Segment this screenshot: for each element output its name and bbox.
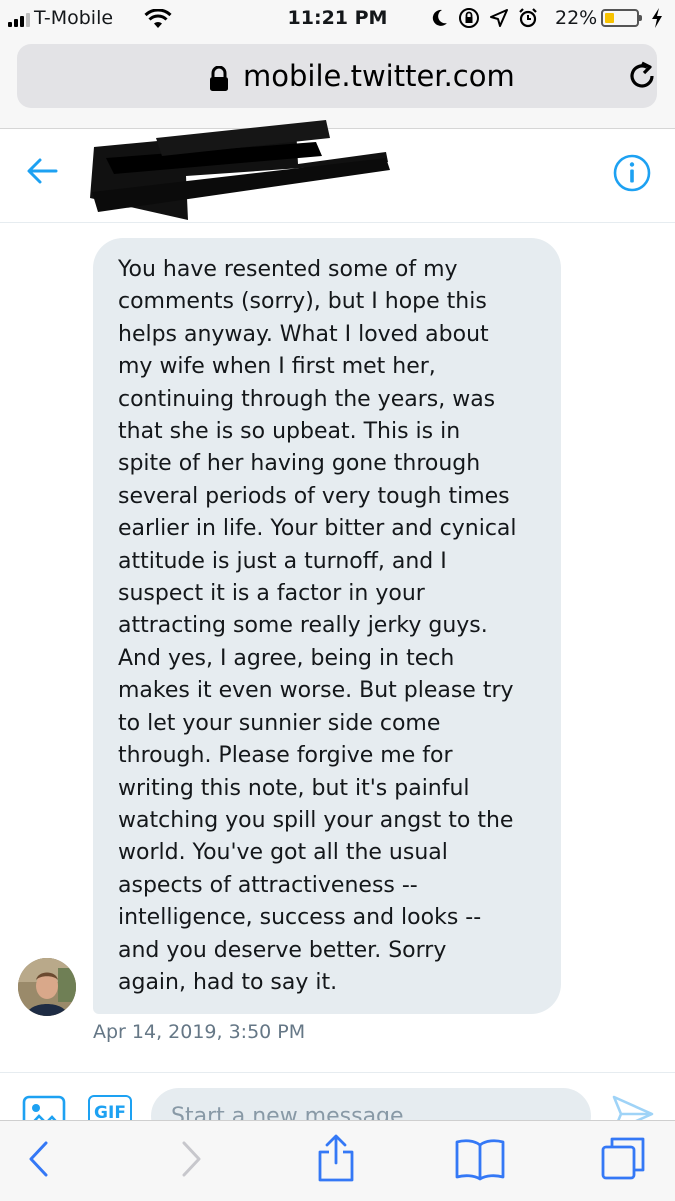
charging-bolt-icon <box>652 8 662 28</box>
url-text: mobile.twitter.com <box>243 59 515 93</box>
browser-forward-icon <box>182 1141 201 1177</box>
battery-icon <box>601 9 642 27</box>
redacted-contact-name <box>90 120 390 220</box>
location-icon <box>490 9 508 27</box>
message-text: You have resented some of my comments (s… <box>118 257 517 995</box>
info-icon[interactable] <box>612 153 652 193</box>
address-bar[interactable]: mobile.twitter.com <box>17 44 657 108</box>
share-icon[interactable] <box>316 1133 356 1183</box>
browser-back-icon[interactable] <box>26 1139 52 1179</box>
reload-icon[interactable] <box>627 61 657 91</box>
tabs-icon[interactable] <box>600 1135 646 1181</box>
browser-toolbar <box>0 1120 675 1201</box>
lock-icon <box>210 66 228 91</box>
message-bubble: You have resented some of my comments (s… <box>93 238 561 1014</box>
bookmarks-icon[interactable] <box>454 1137 506 1181</box>
battery-percent: 22% <box>555 7 598 29</box>
message-timestamp: Apr 14, 2019, 3:50 PM <box>93 1021 306 1043</box>
battery-level <box>605 13 614 23</box>
alarm-icon <box>519 8 537 28</box>
avatar-photo <box>18 958 76 1016</box>
avatar[interactable] <box>18 958 76 1016</box>
back-arrow-icon[interactable] <box>26 157 58 185</box>
moon-icon <box>432 9 447 26</box>
orientation-lock-icon <box>459 8 479 28</box>
status-bar: T-Mobile 11:21 PM 22% <box>0 0 675 38</box>
